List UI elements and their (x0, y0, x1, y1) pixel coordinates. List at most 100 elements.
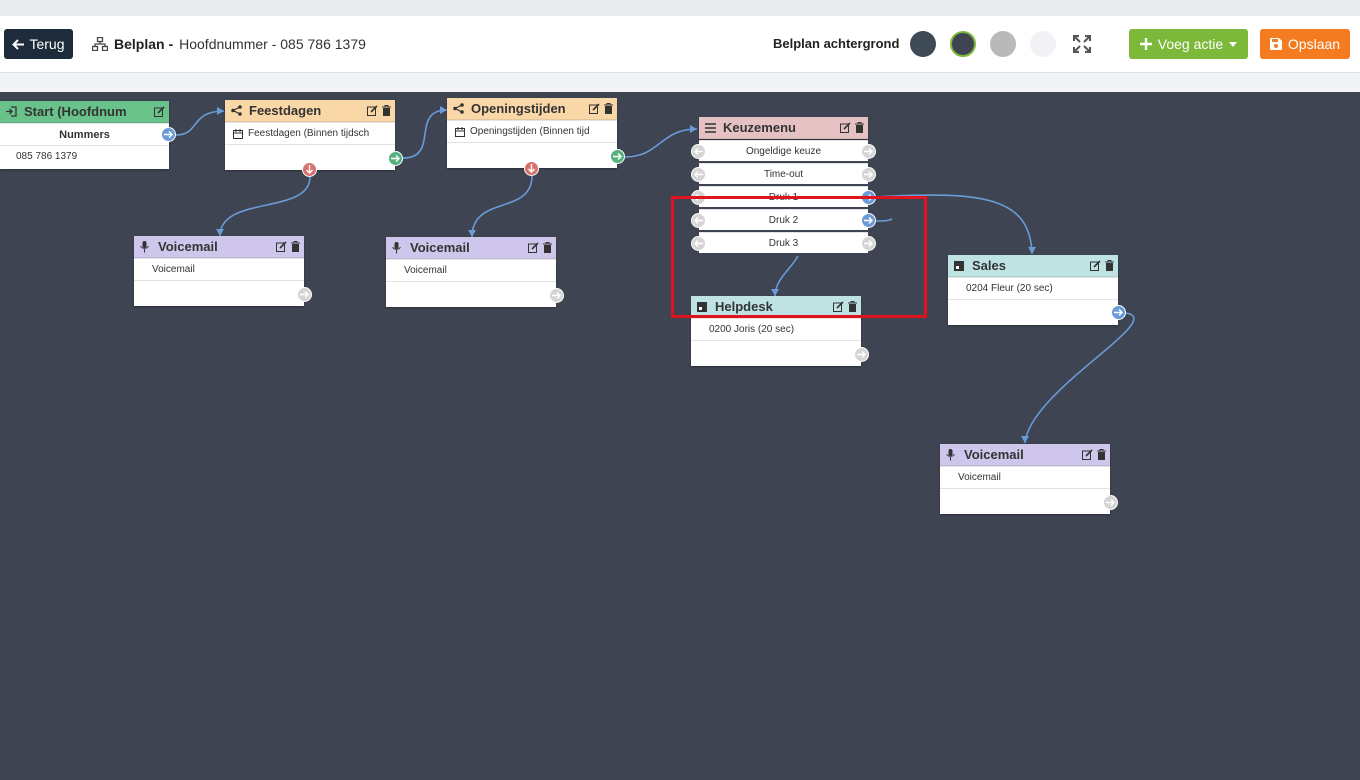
helpdesk-node[interactable]: Helpdesk 0200 Joris (20 sec) (691, 296, 861, 366)
arrow-left-icon (694, 171, 703, 178)
voicemail-2-header: Voicemail (386, 237, 556, 259)
microphone-icon (946, 448, 960, 461)
voicemail-1-output-port[interactable] (297, 287, 312, 302)
edit-icon[interactable] (528, 242, 539, 253)
arrow-down-icon (528, 164, 535, 173)
sales-output-port[interactable] (1111, 305, 1126, 320)
helpdesk-header: Helpdesk (691, 296, 861, 318)
keuzemenu-title: Keuzemenu (723, 120, 796, 135)
edit-icon[interactable] (367, 105, 378, 116)
voicemail-3-header: Voicemail (940, 444, 1110, 466)
voicemail-1-row: Voicemail (134, 258, 304, 280)
menu-input-port[interactable] (691, 236, 706, 251)
voicemail-2-row: Voicemail (386, 259, 556, 281)
edit-icon[interactable] (840, 122, 851, 133)
trash-icon[interactable] (543, 242, 552, 253)
menu-output-port-ongeldige[interactable] (861, 144, 876, 159)
arrow-right-icon (864, 171, 873, 178)
link-start-feestdagen (175, 110, 225, 136)
link-druk3-helpdesk (774, 255, 799, 297)
start-node[interactable]: Start (Hoofdnum Nummers 085 786 1379 (0, 101, 169, 169)
menu-input-port[interactable] (691, 190, 706, 205)
arrow-right-icon (1114, 309, 1123, 316)
menu-output-port-druk-1[interactable] (861, 190, 876, 205)
arrow-left-icon (694, 148, 703, 155)
menu-option-time-out[interactable]: Time-out (699, 163, 868, 184)
feestdagen-node-header: Feestdagen (225, 100, 395, 122)
arrow-right-icon (864, 217, 873, 224)
voicemail-node-1[interactable]: Voicemail Voicemail (134, 236, 304, 306)
arrow-right-icon (552, 292, 561, 299)
feestdagen-condition-row: Feestdagen (Binnen tijdsch (225, 122, 395, 144)
share-icon (231, 105, 245, 116)
feestdagen-output-port[interactable] (388, 151, 403, 166)
feestdagen-down-port[interactable] (302, 162, 317, 177)
link-sales-voicemail (1024, 312, 1135, 444)
voicemail-3-empty-row (940, 488, 1110, 510)
arrow-down-icon (306, 165, 313, 174)
menu-input-port[interactable] (691, 213, 706, 228)
arrow-right-icon (300, 291, 309, 298)
voicemail-node-2[interactable]: Voicemail Voicemail (386, 237, 556, 307)
trash-icon[interactable] (848, 301, 857, 312)
arrow-right-icon (164, 131, 173, 138)
share-icon (453, 103, 467, 114)
sales-node[interactable]: Sales 0204 Fleur (20 sec) (948, 255, 1118, 325)
arrow-left-icon (694, 217, 703, 224)
sign-in-icon (6, 106, 20, 117)
trash-icon[interactable] (855, 122, 864, 133)
openingstijden-output-port[interactable] (610, 149, 625, 164)
edit-icon[interactable] (1090, 260, 1101, 271)
menu-output-port-timeout[interactable] (861, 167, 876, 182)
edit-icon[interactable] (589, 103, 600, 114)
trash-icon[interactable] (291, 241, 300, 252)
link-feestdagen-openingstijden (402, 109, 448, 159)
sales-empty-row (948, 299, 1118, 321)
queue-icon (954, 260, 968, 271)
calendar-icon (455, 126, 465, 137)
link-openingstijden-keuzemenu (624, 128, 698, 158)
menu-input-port[interactable] (691, 167, 706, 182)
link-druk2-stub (875, 218, 893, 222)
menu-option-druk-2[interactable]: Druk 2 (699, 209, 868, 230)
sales-title: Sales (972, 258, 1006, 273)
sales-header: Sales (948, 255, 1118, 277)
trash-icon[interactable] (382, 105, 391, 116)
feestdagen-condition-label: Feestdagen (Binnen tijdsch (248, 128, 370, 139)
edit-icon[interactable] (833, 301, 844, 312)
voicemail-3-output-port[interactable] (1103, 495, 1118, 510)
link-druk1-sales (875, 194, 1033, 255)
edit-icon[interactable] (154, 106, 165, 117)
trash-icon[interactable] (1105, 260, 1114, 271)
menu-option-ongeldige-keuze[interactable]: Ongeldige keuze (699, 140, 868, 161)
menu-output-port-druk-3[interactable] (861, 236, 876, 251)
feestdagen-node[interactable]: Feestdagen Feestdagen (Binnen tijdsch (225, 100, 395, 170)
calendar-icon (233, 128, 243, 139)
voicemail-2-output-port[interactable] (549, 288, 564, 303)
keuzemenu-header: Keuzemenu (699, 117, 868, 139)
trash-icon[interactable] (1097, 449, 1106, 460)
start-output-port[interactable] (161, 127, 176, 142)
arrow-right-icon (864, 194, 873, 201)
start-number: 085 786 1379 (0, 145, 169, 167)
arrow-right-icon (391, 155, 400, 162)
openingstijden-condition-label: Openingstijden (Binnen tijd (470, 126, 590, 137)
menu-option-druk-3[interactable]: Druk 3 (699, 232, 868, 253)
openingstijden-node-header: Openingstijden (447, 98, 617, 120)
openingstijden-node[interactable]: Openingstijden Openingstijden (Binnen ti… (447, 98, 617, 168)
link-openingstijden-voicemail (471, 175, 533, 238)
edit-icon[interactable] (1082, 449, 1093, 460)
voicemail-2-empty-row (386, 281, 556, 303)
edit-icon[interactable] (276, 241, 287, 252)
helpdesk-output-port[interactable] (854, 347, 869, 362)
menu-output-port-druk-2[interactable] (861, 213, 876, 228)
keuzemenu-node[interactable]: Keuzemenu (699, 117, 868, 139)
menu-option-druk-1[interactable]: Druk 1 (699, 186, 868, 207)
menu-input-port[interactable] (691, 144, 706, 159)
voicemail-node-3[interactable]: Voicemail Voicemail (940, 444, 1110, 514)
openingstijden-down-port[interactable] (524, 161, 539, 176)
openingstijden-node-title: Openingstijden (471, 101, 566, 116)
trash-icon[interactable] (604, 103, 613, 114)
helpdesk-row: 0200 Joris (20 sec) (691, 318, 861, 340)
voicemail-1-empty-row (134, 280, 304, 302)
